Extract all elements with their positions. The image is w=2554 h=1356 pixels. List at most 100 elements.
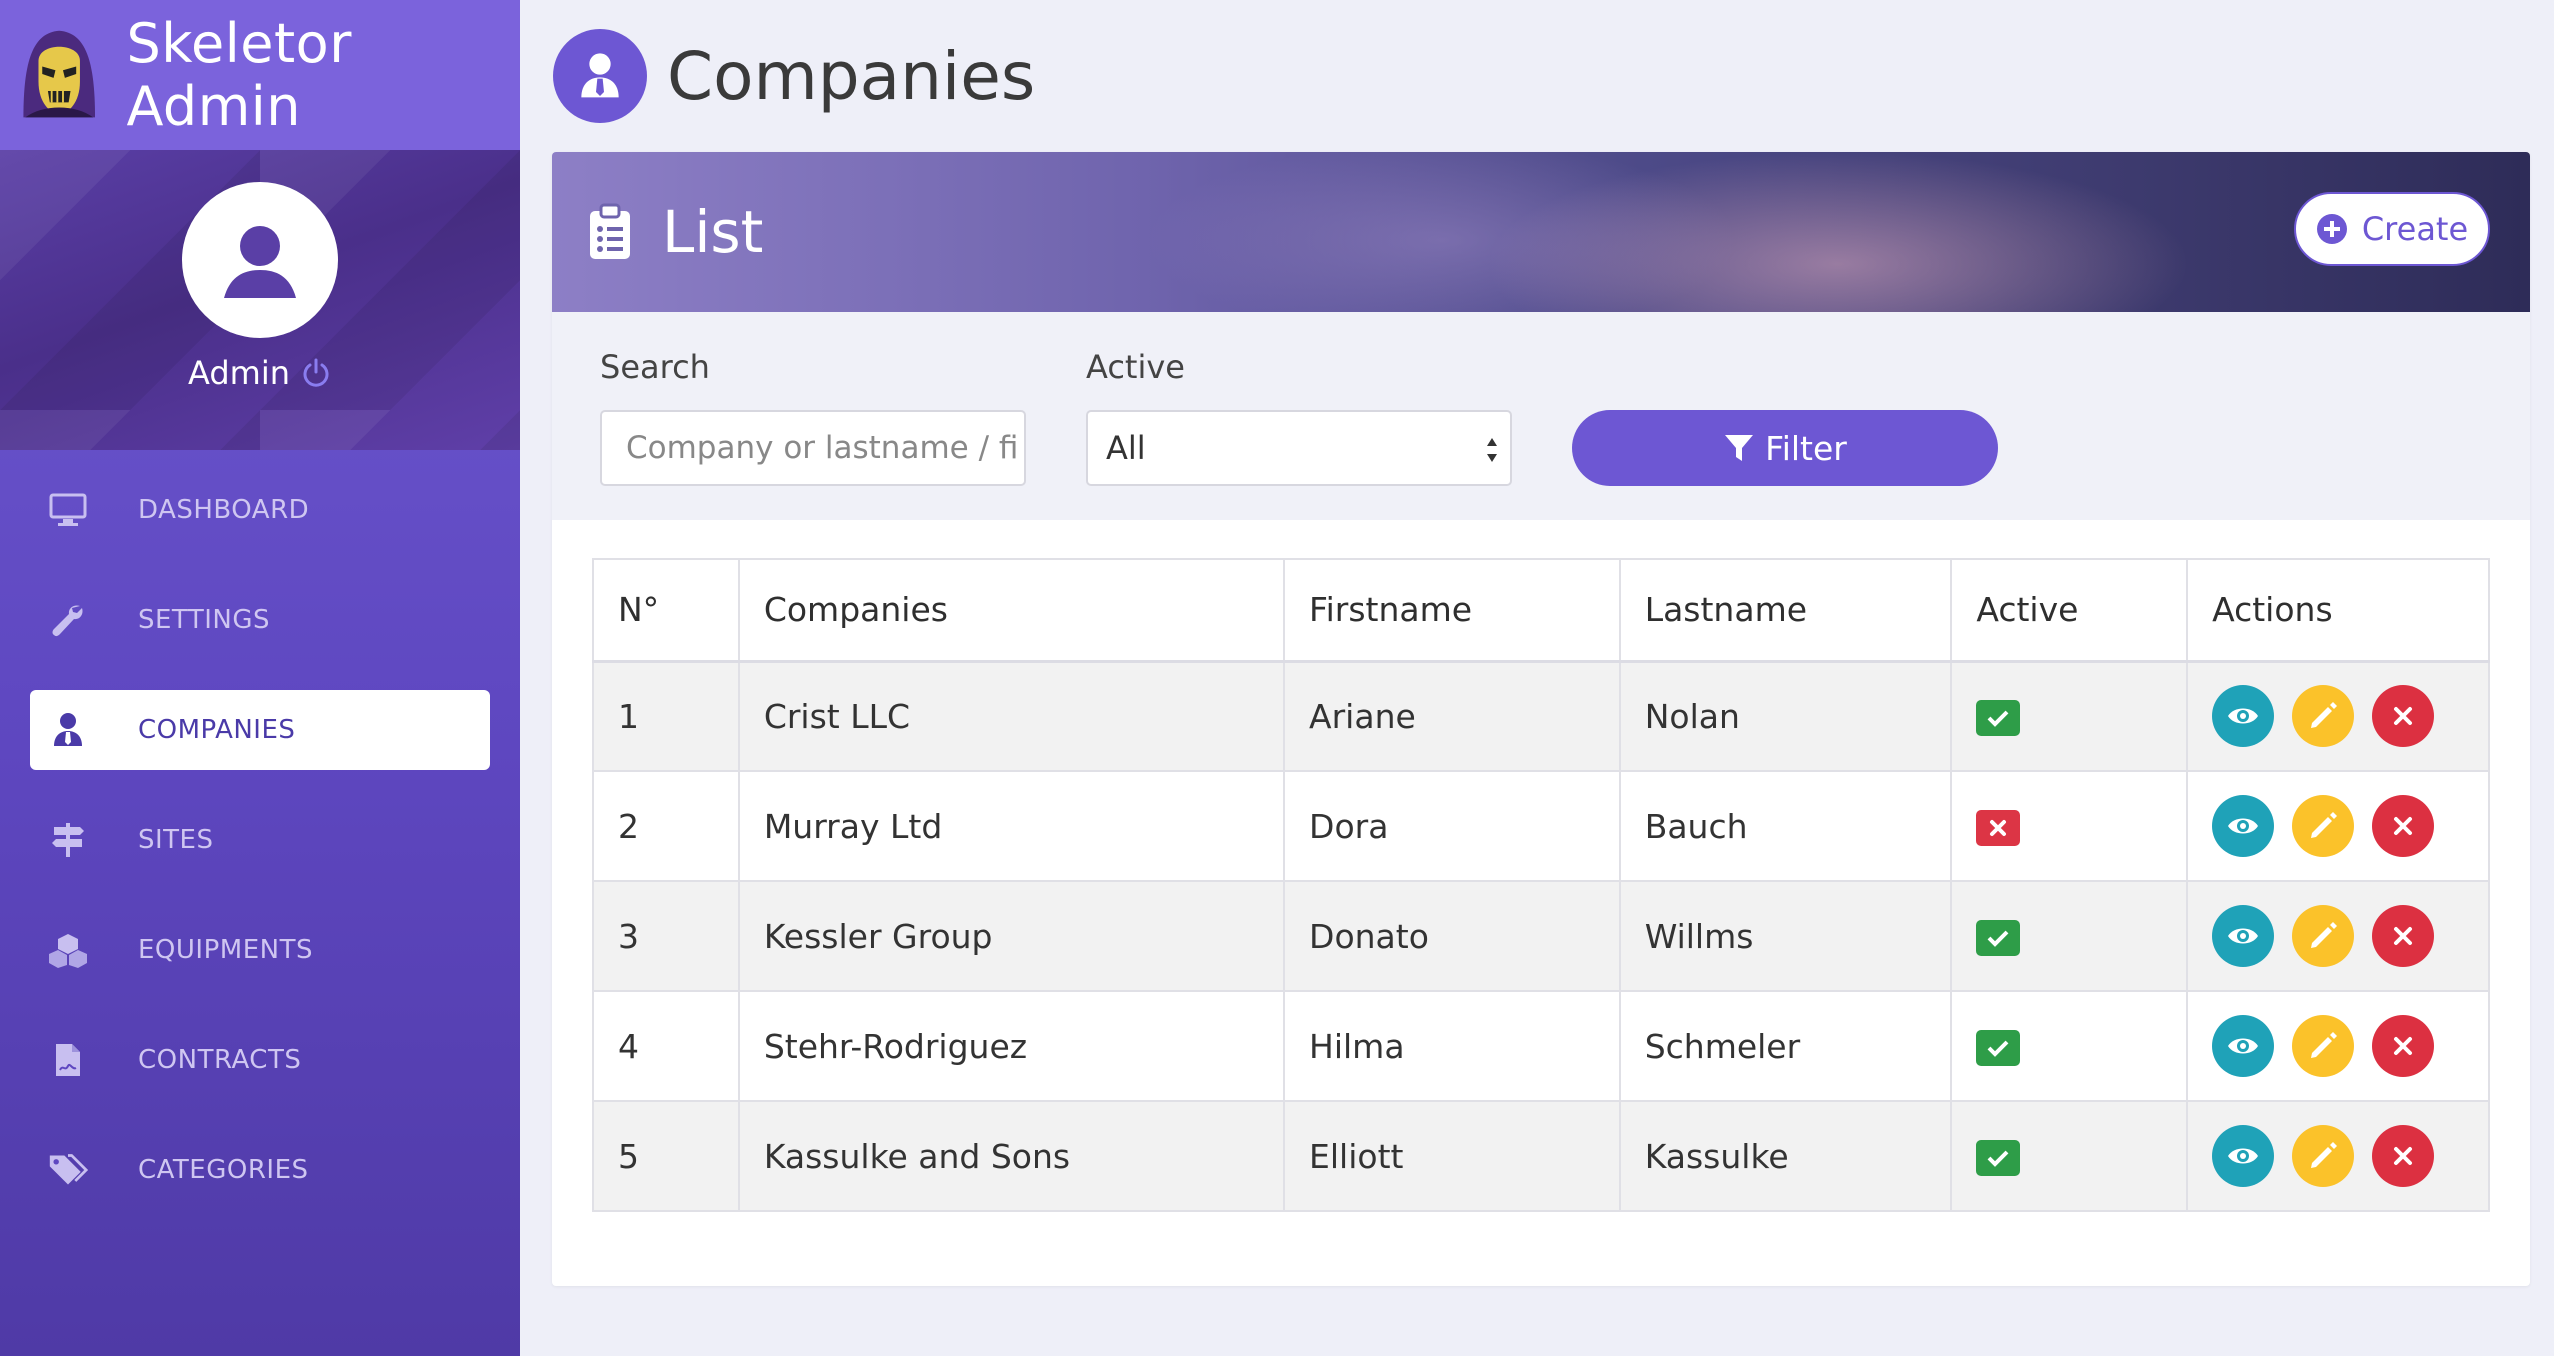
power-icon[interactable]	[300, 357, 332, 389]
pencil-icon	[2311, 1032, 2338, 1058]
skeletor-logo-icon	[23, 30, 96, 118]
eye-icon	[2228, 1148, 2259, 1164]
active-check-icon	[1976, 700, 2021, 736]
user-tie-icon	[48, 710, 88, 750]
brand-name: Skeletor Admin	[126, 12, 352, 138]
admin-name: Admin	[188, 354, 290, 392]
column-header-firstname[interactable]: Firstname	[1283, 558, 1621, 663]
sidebar-item-label: SITES	[138, 825, 214, 855]
delete-button[interactable]	[2372, 685, 2435, 748]
column-header-companies[interactable]: Companies	[737, 558, 1286, 663]
column-header-lastname[interactable]: Lastname	[1618, 558, 1953, 663]
sidebar-item-label: CONTRACTS	[138, 1045, 302, 1075]
companies-table: N° Companies Firstname Lastname Active A…	[592, 558, 2490, 1212]
sidebar-item-label: EQUIPMENTS	[138, 935, 313, 965]
delete-button[interactable]	[2372, 795, 2435, 857]
cell-company: Kassulke and Sons	[737, 1100, 1286, 1212]
table-header-row: N° Companies Firstname Lastname Active A…	[592, 558, 2490, 663]
sidebar-item-companies[interactable]: COMPANIES	[30, 690, 490, 770]
sidebar-nav: DASHBOARD SETTINGS COMPANIES SITES EQUIP…	[0, 450, 520, 1210]
cell-actions	[2186, 880, 2490, 992]
cell-number: 2	[592, 770, 740, 882]
view-button[interactable]	[2212, 795, 2275, 857]
avatar[interactable]	[182, 182, 338, 338]
table-row: 3 Kessler Group Donato Willms	[592, 880, 2490, 992]
table-row: 1 Crist LLC Ariane Nolan	[592, 660, 2490, 772]
search-input[interactable]	[600, 410, 1026, 486]
sidebar: Skeletor Admin Admin DASHBOARD SETTINGS …	[0, 0, 520, 1356]
brand[interactable]: Skeletor Admin	[0, 0, 520, 150]
table-row: 2 Murray Ltd Dora Bauch	[592, 770, 2490, 882]
page-header: Companies	[553, 28, 1035, 124]
filter-icon	[1725, 435, 1754, 461]
cell-firstname: Elliott	[1283, 1100, 1621, 1212]
edit-button[interactable]	[2292, 1015, 2355, 1077]
cell-firstname: Hilma	[1283, 990, 1621, 1102]
sidebar-item-label: SETTINGS	[138, 605, 271, 635]
column-header-actions: Actions	[2186, 558, 2490, 663]
active-check-icon	[1976, 1139, 2021, 1176]
view-button[interactable]	[2212, 905, 2275, 967]
column-header-active[interactable]: Active	[1950, 558, 2189, 663]
edit-button[interactable]	[2292, 905, 2355, 967]
edit-button[interactable]	[2292, 685, 2355, 748]
delete-button[interactable]	[2372, 1125, 2435, 1187]
cell-lastname: Kassulke	[1618, 1100, 1953, 1212]
cell-company: Crist LLC	[737, 660, 1286, 772]
file-contract-icon	[48, 1040, 88, 1080]
sidebar-item-equipments[interactable]: EQUIPMENTS	[30, 910, 490, 990]
close-icon	[2394, 927, 2413, 945]
pencil-icon	[2311, 812, 2338, 838]
user-circle-icon	[224, 226, 296, 298]
pencil-icon	[2311, 922, 2338, 948]
signpost-icon	[48, 820, 88, 860]
table-row: 5 Kassulke and Sons Elliott Kassulke	[592, 1100, 2490, 1212]
cell-number: 1	[592, 660, 740, 772]
sidebar-item-contracts[interactable]: CONTRACTS	[30, 1020, 490, 1100]
view-button[interactable]	[2212, 685, 2275, 748]
active-select-value: All	[1106, 429, 1146, 467]
sidebar-item-dashboard[interactable]: DASHBOARD	[30, 470, 490, 550]
active-select[interactable]: All	[1086, 410, 1512, 486]
cell-active	[1950, 660, 2189, 772]
view-button[interactable]	[2212, 1125, 2275, 1187]
cell-lastname: Bauch	[1618, 770, 1953, 882]
sidebar-item-categories[interactable]: CATEGORIES	[30, 1130, 490, 1210]
filter-button[interactable]: Filter	[1572, 410, 1998, 486]
cell-number: 3	[592, 880, 740, 992]
active-label: Active	[1086, 348, 1185, 386]
monitor-icon	[48, 490, 88, 530]
cell-active	[1950, 880, 2189, 992]
edit-button[interactable]	[2292, 795, 2355, 857]
tags-icon	[48, 1150, 88, 1190]
edit-button[interactable]	[2292, 1125, 2355, 1187]
close-icon	[2394, 707, 2413, 726]
page-title: Companies	[667, 37, 1036, 115]
cubes-icon	[48, 930, 88, 970]
cell-company: Kessler Group	[737, 880, 1286, 992]
cell-firstname: Dora	[1283, 770, 1621, 882]
eye-icon	[2228, 708, 2259, 724]
user-tie-icon	[581, 53, 619, 98]
cell-firstname: Donato	[1283, 880, 1621, 992]
cell-actions	[2186, 990, 2490, 1102]
cell-active	[1950, 770, 2189, 882]
user-profile: Admin	[0, 150, 520, 450]
cell-company: Stehr-Rodriguez	[737, 990, 1286, 1102]
sidebar-item-label: CATEGORIES	[138, 1155, 309, 1185]
header-badge	[553, 29, 647, 123]
pencil-icon	[2311, 702, 2338, 729]
view-button[interactable]	[2212, 1015, 2275, 1077]
eye-icon	[2228, 818, 2259, 834]
cell-lastname: Willms	[1618, 880, 1953, 992]
delete-button[interactable]	[2372, 1015, 2435, 1077]
select-arrows-icon	[1487, 438, 1497, 462]
sidebar-item-sites[interactable]: SITES	[30, 800, 490, 880]
pencil-icon	[2311, 1142, 2338, 1168]
sidebar-item-settings[interactable]: SETTINGS	[30, 580, 490, 660]
card-content: Search Active All Filter N° Companies Fi…	[552, 152, 2530, 1286]
delete-button[interactable]	[2372, 905, 2435, 967]
column-header-number[interactable]: N°	[592, 558, 740, 663]
close-icon	[2394, 817, 2413, 835]
admin-row: Admin	[188, 354, 332, 392]
